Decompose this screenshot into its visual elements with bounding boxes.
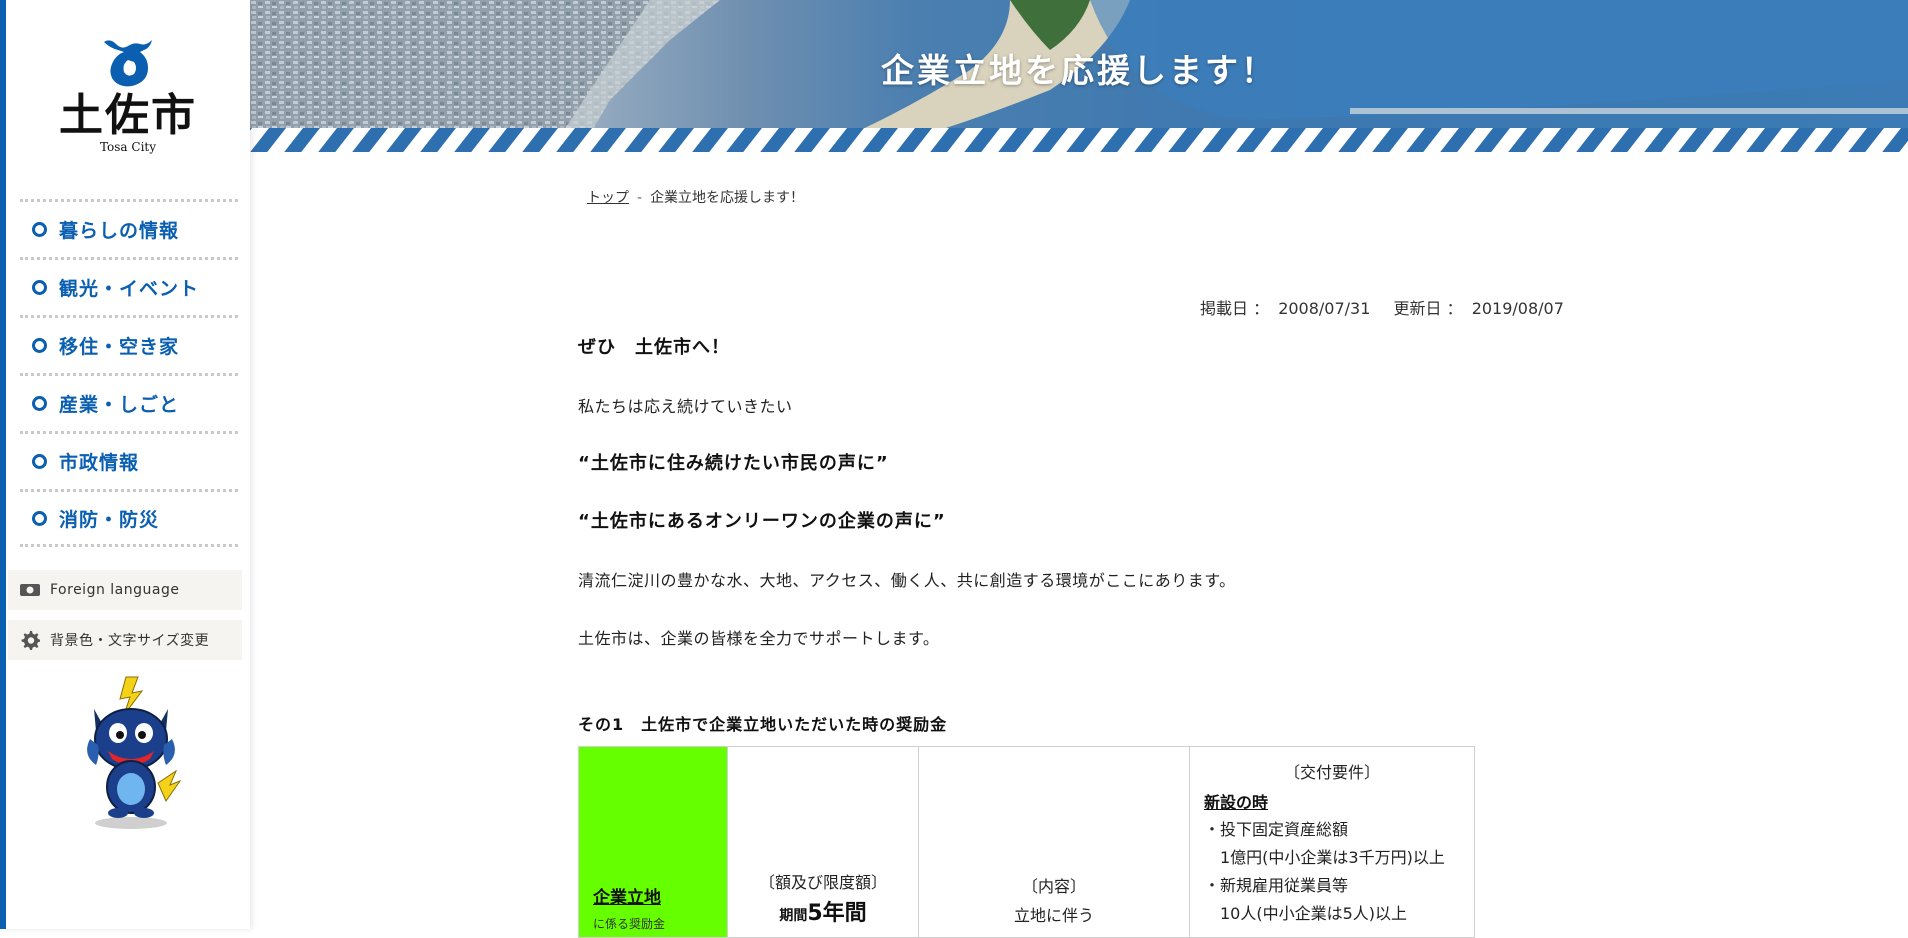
nav-label: 消防・防災 [59,508,160,531]
nav-item-migration[interactable]: 移住・空き家 [20,315,238,373]
content-value: 立地に伴う [1013,906,1094,925]
posted-date-label: 掲載日 ： [1200,299,1270,318]
camera-flag-icon [20,584,40,596]
table-row: 企業立地 に係る奨励金 〔額及び限度額〕 期間5年間 〔内容〕 立地に伴う 〔交… [578,746,1475,938]
updated-date-label: 更新日 ： [1393,299,1463,318]
grant-content-cell: 〔内容〕 立地に伴う [918,746,1190,938]
content-quote: “土佐市にあるオンリーワンの企業の声に” [578,511,946,532]
foreign-language-label: Foreign language [50,582,180,598]
mascot-character-icon [87,676,182,829]
page-banner: 企業立地を応援します！ [250,0,1908,152]
circle-bullet-icon [32,510,47,526]
nav-item-disaster[interactable]: 消防・防災 [20,489,238,547]
breadcrumb-current: 企業立地を応援します！ [650,190,805,206]
breadcrumb: トップ - 企業立地を応援します！ [587,187,804,207]
posted-date-value: 2008/07/31 [1278,299,1371,318]
display-settings-label: 背景色・文字サイズ変更 [50,633,210,649]
updated-date-value: 2019/08/07 [1471,299,1564,318]
nav-label: 産業・しごと [59,394,180,416]
requirement-item: 1億円(中小企業は3千万円)以上 [1220,848,1445,867]
nav-label: 暮らしの情報 [59,220,180,242]
content-label: 〔内容〕 [1021,877,1086,896]
city-emblem-icon [104,40,152,87]
logo-subtitle: Tosa City [99,140,157,154]
site-logo[interactable]: 土佐市 Tosa City [6,34,250,154]
content-heading: ぜひ 土佐市へ！ [578,337,730,358]
amount-prefix: 期間 [779,908,808,924]
page-dates: 掲載日 ： 2008/07/31 更新日 ： 2019/08/07 [1200,295,1568,319]
breadcrumb-home-link[interactable]: トップ [587,190,629,206]
content-paragraph: 土佐市は、企業の皆様を全力でサポートします。 [578,629,940,648]
nav-item-living[interactable]: 暮らしの情報 [20,199,238,257]
content-quote: “土佐市に住み続けたい市民の声に” [578,453,889,474]
circle-bullet-icon [32,280,47,295]
amount-label: 〔額及び限度額〕 [758,873,887,892]
circle-bullet-icon [32,338,47,353]
circle-bullet-icon [32,454,47,469]
nav-label: 市政情報 [59,452,140,474]
breadcrumb-separator: - [637,190,643,206]
nav-label: 移住・空き家 [59,336,180,358]
amount-period: 5年間 [807,901,867,926]
requirements-label: 〔交付要件〕 [1283,763,1380,782]
grant-requirements-cell: 〔交付要件〕 新設の時 ・投下固定資産総額 1億円(中小企業は3千万円)以上 ・… [1189,746,1475,938]
requirement-item: ・新規雇用従業員等 [1204,876,1349,895]
global-nav: 暮らしの情報 観光・イベント 移住・空き家 産業・しごと 市政情報 消防・防災 [20,199,238,547]
logo-text: 土佐市 [59,90,197,141]
requirement-item: 10人(中小企業は5人)以上 [1220,904,1408,923]
content-paragraph: 清流仁淀川の豊かな水、大地、アクセス、働く人、共に創造する環境がここにあります。 [578,571,1236,590]
content-paragraph: 私たちは応え続けていきたい [578,397,793,416]
section-heading: その1 土佐市で企業立地いただいた時の奨励金 [578,715,948,734]
grant-title: 企業立地 [593,888,661,908]
sidebar: 土佐市 Tosa City 暮らしの情報 観光・イベント 移住・空き家 産業・し… [0,0,250,929]
requirements-new-heading: 新設の時 [1204,793,1269,812]
grant-amount-cell: 〔額及び限度額〕 期間5年間 [727,746,919,938]
nav-item-tourism[interactable]: 観光・イベント [20,257,238,315]
circle-bullet-icon [32,222,47,237]
requirement-item: ・投下固定資産総額 [1204,820,1349,839]
foreign-language-button[interactable]: Foreign language [8,570,242,610]
amount-value: 期間5年間 [728,895,918,927]
grant-table: 企業立地 に係る奨励金 〔額及び限度額〕 期間5年間 〔内容〕 立地に伴う 〔交… [578,746,1475,938]
grant-subtitle: に係る奨励金 [593,917,666,931]
circle-bullet-icon [32,396,47,411]
gear-icon [21,631,40,650]
nav-item-industry[interactable]: 産業・しごと [20,373,238,431]
nav-item-city-admin[interactable]: 市政情報 [20,431,238,489]
display-settings-button[interactable]: 背景色・文字サイズ変更 [8,620,242,660]
grant-title-cell: 企業立地 に係る奨励金 [578,746,728,938]
page-title: 企業立地を応援します！ [881,51,1277,90]
nav-label: 観光・イベント [59,278,200,300]
